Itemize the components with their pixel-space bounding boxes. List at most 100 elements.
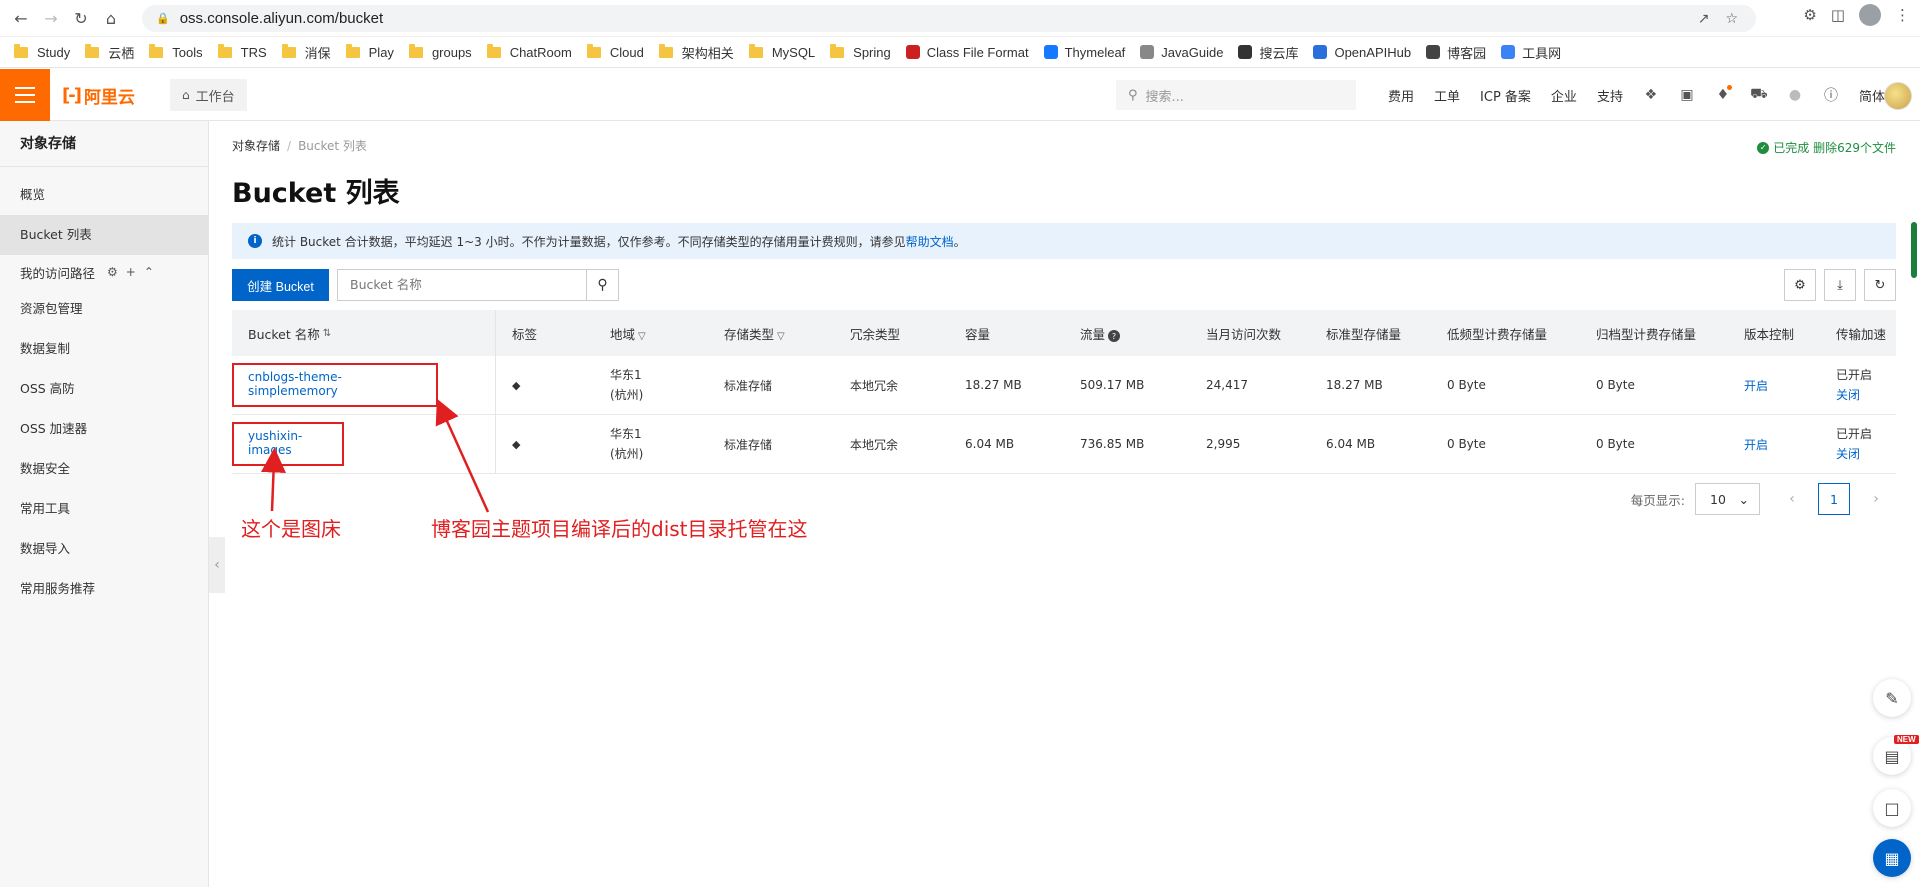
page-title: Bucket 列表 (232, 178, 400, 209)
download-icon[interactable]: ⤓ (1824, 269, 1856, 301)
create-bucket-button[interactable]: 创建 Bucket (232, 269, 329, 301)
menu-support[interactable]: 支持 (1587, 86, 1633, 105)
profile-icon[interactable] (1859, 4, 1881, 26)
storage-type: 标准存储 (724, 437, 773, 452)
star-icon[interactable]: ☆ (1725, 11, 1738, 27)
task-status[interactable]: ✓ 已完成 删除629个文件 (1757, 139, 1896, 156)
chevron-up-icon[interactable]: ⌃ (144, 265, 154, 279)
sidebar-item-tools[interactable]: 常用工具 (0, 489, 208, 529)
bookmark-item[interactable]: Study (14, 40, 79, 64)
page-number[interactable]: 1 (1818, 483, 1850, 515)
bookmark-item[interactable]: groups (408, 40, 481, 64)
user-avatar[interactable] (1884, 82, 1912, 110)
sidebar-item-replication[interactable]: 数据复制 (0, 329, 208, 369)
bookmark-item[interactable]: 工具网 (1501, 40, 1570, 64)
bookmark-item[interactable]: 博客园 (1426, 40, 1495, 64)
sidebar-item-accelerator[interactable]: OSS 加速器 (0, 409, 208, 449)
sidebar-collapse-icon[interactable]: ‹ (209, 537, 225, 593)
bucket-name-input[interactable]: Bucket 名称 (338, 270, 586, 300)
menu-enterprise[interactable]: 企业 (1541, 86, 1587, 105)
breadcrumb-oss[interactable]: 对象存储 (232, 139, 280, 153)
versioning-enable-link[interactable]: 开启 (1744, 438, 1768, 452)
filter-icon[interactable]: ▽ (638, 331, 646, 342)
accel-status: 已开启 (1836, 368, 1873, 382)
aliyun-logo[interactable]: [-] 阿里云 (62, 83, 135, 108)
archive-storage: 0 Byte (1596, 437, 1635, 451)
question-icon[interactable]: ? (1108, 330, 1121, 342)
terminal-icon[interactable]: ▣ (1669, 87, 1705, 103)
bucket-link-yushixin[interactable]: yushixin-images (232, 422, 344, 466)
workbench-button[interactable]: ⌂ 工作台 (170, 79, 247, 111)
bookmark-item[interactable]: Thymeleaf (1043, 40, 1135, 64)
bookmark-item[interactable]: OpenAPIHub (1313, 40, 1420, 64)
sidebar-item-ddos[interactable]: OSS 高防 (0, 369, 208, 409)
folder-icon (217, 43, 232, 58)
home-icon[interactable]: ⌂ (96, 3, 126, 33)
menu-billing[interactable]: 费用 (1378, 86, 1424, 105)
chat-icon[interactable]: □ (1873, 789, 1911, 827)
edit-icon[interactable]: ✎ (1873, 679, 1911, 717)
col-region: 地域 ▽ (610, 326, 646, 342)
page-size-select[interactable]: 10 ⌄ (1695, 483, 1760, 515)
sidebar-item-import[interactable]: 数据导入 (0, 529, 208, 569)
menu-icon[interactable]: ⋮ (1895, 6, 1910, 24)
accel-disable-link[interactable]: 关闭 (1836, 385, 1896, 405)
accel-disable-link[interactable]: 关闭 (1836, 444, 1896, 464)
code-icon[interactable]: ❖ (1633, 87, 1669, 103)
sidebar-item-security[interactable]: 数据安全 (0, 449, 208, 489)
help-icon[interactable]: ⓘ (1813, 85, 1849, 105)
bookmark-item[interactable]: TRS (217, 40, 276, 64)
cart-icon[interactable]: ⛟ (1741, 86, 1777, 104)
next-page-icon[interactable]: › (1860, 491, 1892, 507)
gear-icon[interactable]: ⚙ (107, 265, 118, 279)
bookmark-item[interactable]: Cloud (586, 40, 653, 64)
bookmark-item[interactable]: Play (345, 40, 403, 64)
sidebar-item-overview[interactable]: 概览 (0, 175, 208, 215)
menu-hamburger-icon[interactable] (0, 69, 50, 121)
settings-icon[interactable]: ⚙ (1784, 269, 1816, 301)
share-icon[interactable]: ↗ (1698, 11, 1710, 27)
extensions-icon[interactable]: ⚙ (1803, 6, 1816, 24)
bookmark-item[interactable]: 架构相关 (658, 40, 743, 64)
reload-icon[interactable]: ↻ (66, 3, 96, 33)
sidebar-item-bucket-list[interactable]: Bucket 列表 (0, 215, 208, 255)
bookmark-item[interactable]: ChatRoom (486, 40, 581, 64)
bookmark-item[interactable]: Spring (830, 40, 900, 64)
bookmark-item[interactable]: Tools (149, 40, 211, 64)
bookmark-item[interactable]: Class File Format (905, 40, 1038, 64)
capacity: 18.27 MB (965, 378, 1022, 392)
bucket-link-cnblogs[interactable]: cnblogs-theme-simplememory (232, 363, 438, 407)
bell-icon[interactable]: ♦ (1705, 85, 1741, 103)
tag-icon[interactable]: ◆ (512, 379, 520, 392)
refresh-icon[interactable]: ↻ (1864, 269, 1896, 301)
tag-icon[interactable]: ◆ (512, 438, 520, 451)
filter-icon[interactable]: ▽ (777, 331, 785, 342)
sidebar-item-packages[interactable]: 资源包管理 (0, 289, 208, 329)
site-icon (1140, 45, 1155, 59)
bookmark-item[interactable]: MySQL (748, 40, 824, 64)
bookmark-item[interactable]: 消保 (281, 40, 340, 64)
side-panel-icon[interactable]: ◫ (1831, 6, 1845, 24)
prev-page-icon[interactable]: ‹ (1776, 491, 1808, 507)
versioning-enable-link[interactable]: 开启 (1744, 379, 1768, 393)
sidebar-item-recommend[interactable]: 常用服务推荐 (0, 569, 208, 609)
forward-icon[interactable]: → (36, 3, 66, 33)
lightbulb-icon[interactable]: ● (1777, 87, 1813, 103)
back-icon[interactable]: ← (6, 3, 36, 33)
bookmark-item[interactable]: 搜云库 (1238, 40, 1307, 64)
visits: 24,417 (1206, 378, 1248, 392)
search-icon[interactable]: ⚲ (586, 270, 618, 300)
console-search-input[interactable]: ⚲ 搜索... (1116, 80, 1356, 110)
bookmark-item[interactable]: JavaGuide (1140, 40, 1232, 64)
address-bar[interactable]: 🔒 oss.console.aliyun.com/bucket ↗ ☆ (142, 5, 1756, 32)
menu-icp[interactable]: ICP 备案 (1470, 86, 1541, 105)
sidebar-group-access-path[interactable]: 我的访问路径 ⚙ + ⌃ (0, 255, 208, 289)
apps-icon[interactable]: ▦ (1873, 839, 1911, 877)
scrollbar[interactable] (1911, 222, 1917, 278)
plus-icon[interactable]: + (126, 265, 136, 279)
sort-icon[interactable]: ⇅ (323, 328, 331, 339)
bookmark-item[interactable]: 云栖 (85, 40, 143, 64)
col-bucket-name[interactable]: Bucket 名称 ⇅ (232, 310, 496, 356)
help-doc-link[interactable]: 帮助文档 (906, 233, 954, 250)
menu-tickets[interactable]: 工单 (1424, 86, 1470, 105)
